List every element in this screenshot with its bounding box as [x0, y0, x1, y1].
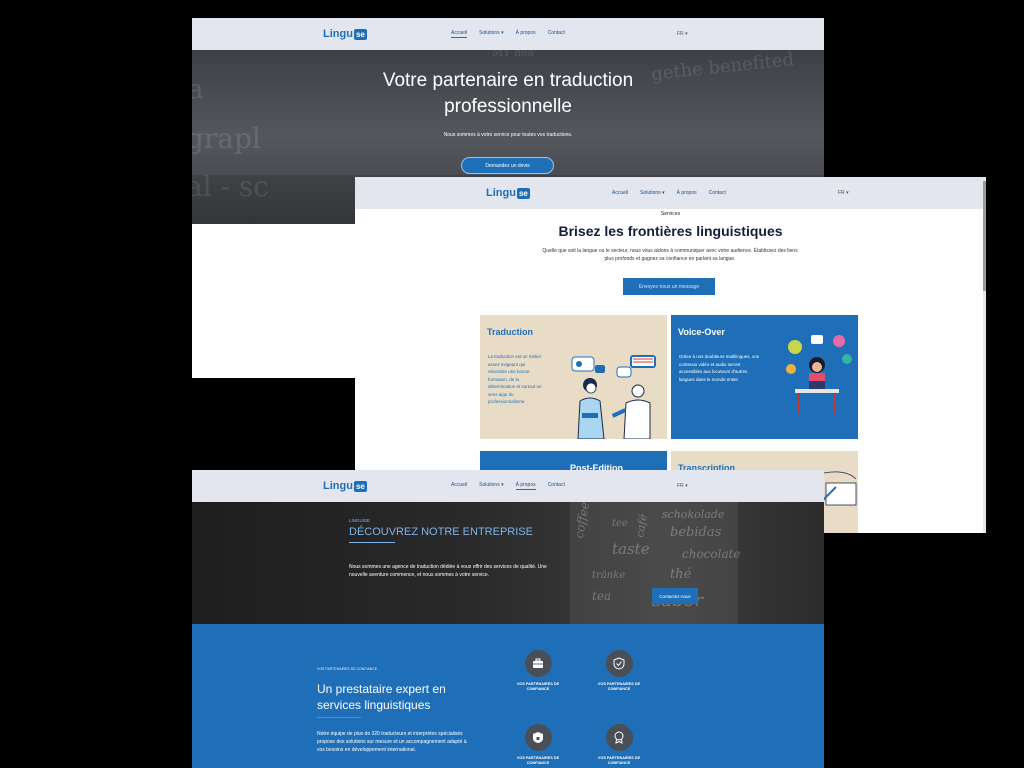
chevron-down-icon: ▾	[501, 30, 504, 36]
hero-subtitle: Nous sommes à votre service pour toutes …	[443, 132, 573, 138]
section-kicker: VOS PARTENAIRES DE CONFIANCE	[317, 667, 378, 671]
send-message-button[interactable]: Envoyez-nous un message	[623, 278, 715, 295]
logo-badge: se	[353, 480, 367, 492]
feature-label: VOS PARTENAIRES DE CONFIANCE	[516, 682, 560, 691]
nav-item-contact[interactable]: Contact	[709, 190, 726, 196]
language-label: FR	[677, 483, 684, 489]
logo-text: Lingu	[323, 480, 353, 492]
voice-over-illustration	[786, 335, 852, 413]
feature-item: VOS PARTENAIRES DE CONFIANCE	[510, 650, 566, 692]
award-icon	[605, 724, 633, 751]
feature-item: VOS PARTENAIRES DE CONFIANCE	[591, 724, 647, 766]
logo[interactable]: Lingu se	[323, 480, 367, 492]
nav-item-label: Solutions	[479, 30, 500, 36]
shield-lock-icon	[524, 724, 552, 751]
card-title: Traduction	[487, 327, 534, 337]
nav-item-apropos[interactable]: À propos	[515, 482, 536, 490]
chevron-down-icon: ▾	[685, 31, 688, 37]
nav-item-label: Solutions	[640, 190, 661, 196]
chevron-down-icon: ▾	[846, 190, 849, 196]
svg-text:schokolade: schokolade	[662, 508, 725, 521]
language-label: FR	[838, 190, 845, 196]
chevron-down-icon: ▾	[501, 482, 504, 488]
about-hero: coffee tee taste schokolade bebidas choc…	[192, 502, 824, 624]
svg-text:tea: tea	[592, 589, 611, 603]
briefcase-icon	[524, 650, 552, 677]
people-talking-illustration	[571, 355, 656, 439]
svg-text:tee: tee	[612, 518, 628, 529]
language-selector[interactable]: FR ▾	[677, 31, 688, 37]
svg-text:taste: taste	[612, 540, 650, 558]
logo-badge: se	[353, 28, 367, 40]
card-text: Grâce à nos doubleurs multilingues, vos …	[679, 354, 760, 382]
nav-item-solutions[interactable]: Solutions ▾	[479, 482, 503, 490]
nav-item-accueil[interactable]: Accueil	[612, 190, 628, 196]
nav-item-solutions[interactable]: Solutions ▾	[640, 190, 664, 196]
logo[interactable]: Lingu se	[486, 187, 530, 199]
logo[interactable]: Lingu se	[323, 28, 367, 40]
section-text: Notre équipe de plus de 320 traducteurs …	[317, 731, 467, 753]
section-lead: Quelle que soit la langue ou le secteur,…	[542, 248, 798, 262]
nav-menu: Accueil Solutions ▾ À propos Contact	[451, 30, 565, 38]
card-text: La traduction est un métier assez exigea…	[488, 354, 542, 404]
nav-menu: Accueil Solutions ▾ À propos Contact	[451, 482, 565, 490]
svg-text:bebidas: bebidas	[670, 525, 722, 540]
nav-item-solutions[interactable]: Solutions ▾	[479, 30, 503, 38]
svg-text:chocolate: chocolate	[682, 547, 741, 561]
nav-item-label: Solutions	[479, 482, 500, 488]
svg-text:thé: thé	[670, 567, 692, 582]
nav-item-accueil[interactable]: Accueil	[451, 30, 468, 38]
language-label: FR	[677, 31, 684, 37]
about-title: DÉCOUVREZ NOTRE ENTREPRISE	[349, 526, 533, 538]
nav-item-apropos[interactable]: À propos	[677, 190, 697, 196]
language-selector[interactable]: FR ▾	[677, 483, 688, 489]
feature-item: VOS PARTENAIRES DE CONFIANCE	[591, 650, 647, 692]
svg-text:tränke: tränke	[592, 570, 625, 581]
about-window: Lingu se Accueil Solutions ▾ À propos Con…	[192, 470, 824, 768]
request-quote-button[interactable]: Demandez un devis	[461, 157, 554, 174]
svg-text:grapl: grapl	[192, 122, 261, 155]
nav-item-apropos[interactable]: À propos	[516, 30, 536, 38]
section-title: Un prestataire expert en services lingui…	[317, 682, 446, 712]
chevron-down-icon: ▾	[685, 483, 688, 489]
svg-text:MY hea: MY hea	[492, 50, 535, 59]
service-card-traduction[interactable]: Traduction La traduction est un métier a…	[480, 315, 667, 439]
logo-text: Lingu	[323, 28, 353, 40]
nav-item-contact[interactable]: Contact	[548, 30, 565, 38]
expert-section: VOS PARTENAIRES DE CONFIANCE Un prestata…	[192, 624, 824, 768]
nav-item-accueil[interactable]: Accueil	[451, 482, 467, 490]
about-text: Nous sommes une agence de traduction déd…	[349, 564, 547, 578]
top-nav: Lingu se Accueil Solutions ▾ À propos Con…	[355, 177, 986, 209]
service-card-voice-over[interactable]: Voice-Over Grâce à nos doubleurs multili…	[671, 315, 858, 439]
title-underline	[349, 542, 395, 543]
nav-menu: Accueil Solutions ▾ À propos Contact	[612, 190, 726, 196]
chevron-down-icon: ▾	[662, 190, 665, 196]
logo-text: Lingu	[486, 187, 516, 199]
language-selector[interactable]: FR ▾	[838, 190, 849, 196]
feature-label: VOS PARTENAIRES DE CONFIANCE	[597, 756, 641, 765]
contact-us-button[interactable]: Contactez-nous	[652, 588, 698, 604]
section-title: Brisez les frontières linguistiques	[558, 223, 783, 239]
nav-item-contact[interactable]: Contact	[548, 482, 565, 490]
scrollbar-thumb[interactable]	[983, 181, 986, 291]
logo-badge: se	[516, 187, 530, 199]
shield-check-icon	[605, 650, 633, 677]
title-underline	[317, 717, 361, 718]
top-nav: Lingu se Accueil Solutions ▾ À propos Con…	[192, 470, 824, 502]
top-nav: Lingu se Accueil Solutions ▾ À propos Con…	[192, 18, 824, 50]
feature-item: VOS PARTENAIRES DE CONFIANCE	[510, 724, 566, 766]
hero-title: Votre partenaire en traduction professio…	[382, 70, 634, 117]
feature-label: VOS PARTENAIRES DE CONFIANCE	[597, 682, 641, 691]
card-title: Voice-Over	[678, 327, 725, 337]
about-eyebrow: LINGUISE	[349, 518, 371, 523]
section-eyebrow: Services	[660, 211, 681, 217]
feature-label: VOS PARTENAIRES DE CONFIANCE	[516, 756, 560, 765]
vertical-scrollbar[interactable]	[983, 177, 986, 533]
